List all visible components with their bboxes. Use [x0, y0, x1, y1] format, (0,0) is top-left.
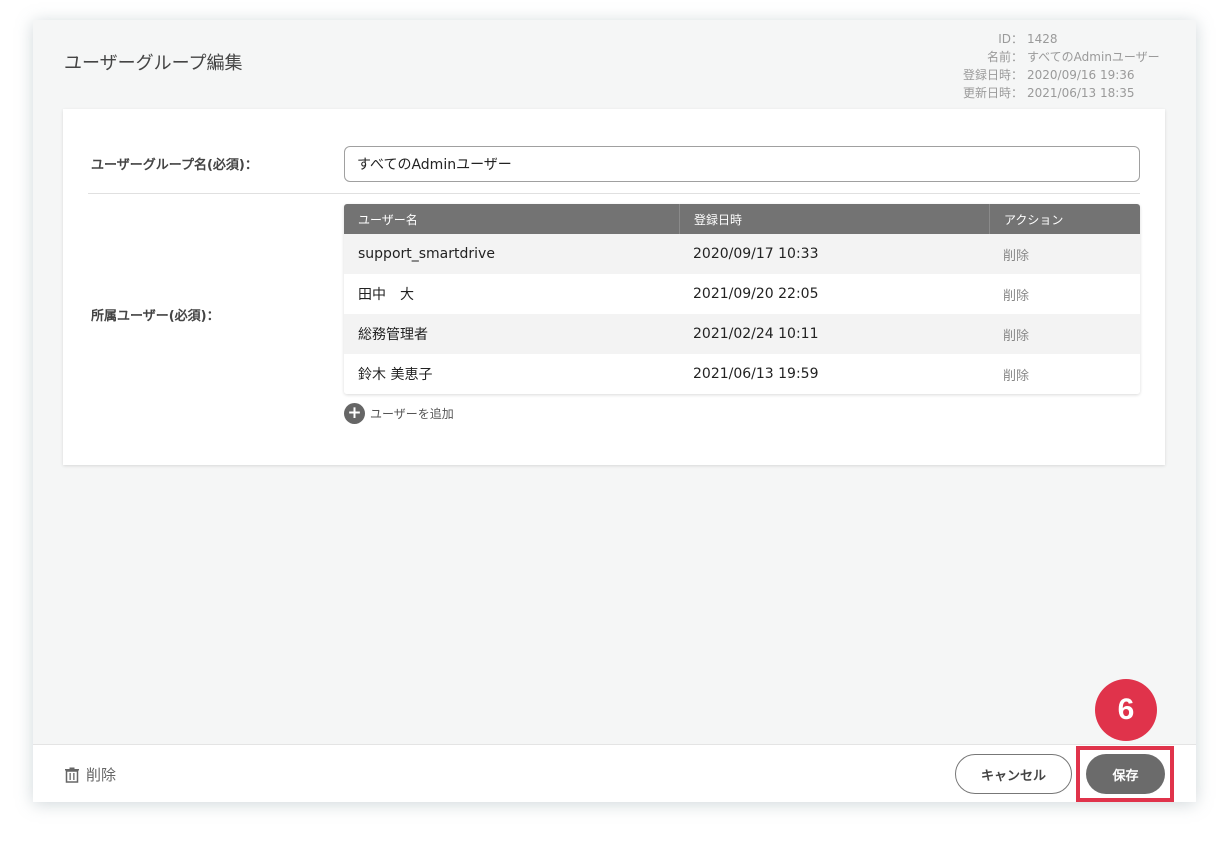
remove-member-button[interactable]: 削除 — [989, 285, 1140, 304]
cell-username: 鈴木 美恵子 — [358, 367, 433, 383]
cell-username: 総務管理者 — [358, 327, 428, 343]
cell-username: 田中 大 — [358, 287, 414, 303]
meta-updated: 更新日時： 2021/06/13 18:35 — [963, 84, 1163, 102]
remove-member-button[interactable]: 削除 — [989, 325, 1140, 344]
cell-registered: 2020/09/17 10:33 — [693, 246, 819, 262]
meta-value: 1428 — [1027, 32, 1058, 46]
cell-registered: 2021/09/20 22:05 — [693, 286, 819, 302]
column-header-username: ユーザー名 — [358, 212, 418, 227]
page-title: ユーザーグループ編集 — [64, 53, 243, 74]
column-header-action: アクション — [989, 204, 1140, 234]
member-table: ユーザー名 登録日時 アクション support_smartdrive 2020… — [344, 204, 1140, 394]
meta-value: 2020/09/16 19:36 — [1027, 68, 1135, 82]
meta-created: 登録日時： 2020/09/16 19:36 — [963, 66, 1163, 84]
meta-value: すべてのAdminユーザー — [1027, 50, 1160, 64]
delete-label: 削除 — [86, 766, 117, 784]
cancel-button[interactable]: キャンセル — [955, 754, 1072, 794]
cell-registered: 2021/02/24 10:11 — [693, 326, 819, 342]
meta-id: ID： 1428 — [963, 30, 1163, 48]
group-name-input[interactable] — [344, 146, 1140, 182]
members-label: 所属ユーザー(必須)： — [91, 309, 220, 324]
form-card: ユーザーグループ名(必須)： 所属ユーザー(必須)： ユーザー名 登録日時 アク… — [63, 109, 1165, 465]
meta-name: 名前： すべてのAdminユーザー — [963, 48, 1163, 66]
save-button[interactable]: 保存 — [1086, 754, 1165, 794]
meta-key: 登録日時： — [962, 68, 1023, 82]
divider — [88, 193, 1140, 194]
edit-window: ユーザーグループ編集 ID： 1428 名前： すべてのAdminユーザー 登録… — [33, 20, 1196, 802]
trash-icon — [65, 767, 79, 783]
add-user-button[interactable]: + ユーザーを追加 — [344, 403, 454, 424]
column-header-registered: 登録日時 — [679, 204, 989, 234]
step-badge: 6 — [1095, 679, 1157, 741]
footer-bar: 削除 キャンセル 保存 — [33, 744, 1196, 802]
table-row: support_smartdrive 2020/09/17 10:33 削除 — [344, 234, 1140, 274]
meta-key: 更新日時： — [962, 86, 1023, 100]
cell-username: support_smartdrive — [358, 246, 495, 262]
table-row: 総務管理者 2021/02/24 10:11 削除 — [344, 314, 1140, 354]
record-meta: ID： 1428 名前： すべてのAdminユーザー 登録日時： 2020/09… — [963, 30, 1163, 102]
table-row: 鈴木 美恵子 2021/06/13 19:59 削除 — [344, 354, 1140, 394]
remove-member-button[interactable]: 削除 — [989, 365, 1140, 384]
add-user-label: ユーザーを追加 — [370, 407, 454, 421]
remove-member-button[interactable]: 削除 — [989, 245, 1140, 264]
plus-circle-icon: + — [344, 403, 365, 424]
table-row: 田中 大 2021/09/20 22:05 削除 — [344, 274, 1140, 314]
cell-registered: 2021/06/13 19:59 — [693, 366, 819, 382]
delete-group-button[interactable]: 削除 — [64, 764, 116, 785]
table-header: ユーザー名 登録日時 アクション — [344, 204, 1140, 234]
meta-key: 名前： — [986, 50, 1023, 64]
group-name-label: ユーザーグループ名(必須)： — [91, 158, 258, 173]
meta-key: ID： — [998, 32, 1023, 46]
meta-value: 2021/06/13 18:35 — [1027, 86, 1135, 100]
